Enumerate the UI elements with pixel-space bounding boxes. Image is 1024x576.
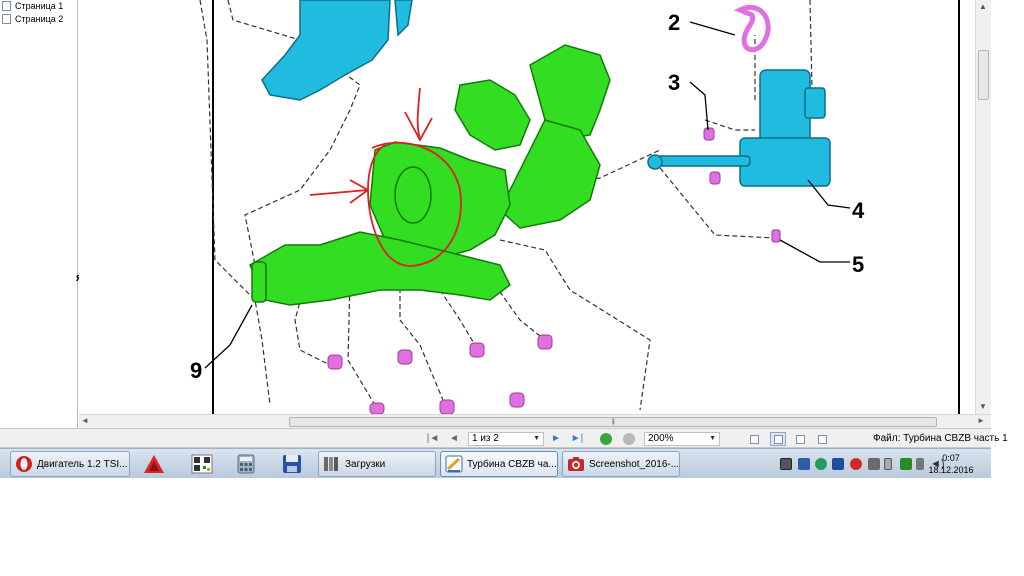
display-icon[interactable] [900, 458, 912, 470]
task-opera[interactable]: Двигатель 1.2 TSI... [10, 451, 130, 477]
security-icon[interactable] [868, 458, 880, 470]
callout-number: 2 [668, 10, 680, 35]
scroll-left-icon[interactable]: ◄ [81, 416, 89, 425]
vertical-scroll-thumb[interactable] [978, 50, 989, 100]
record-icon[interactable] [850, 458, 862, 470]
callout-number: 3 [668, 70, 680, 95]
page-selector[interactable]: 1 из 2 ▼ [468, 432, 544, 446]
camera-icon [567, 455, 585, 473]
task-label: Двигатель 1.2 TSI... [37, 458, 128, 470]
qr-code-icon [191, 454, 213, 474]
folder-icon [323, 455, 341, 473]
clock[interactable]: 0:07 18.12.2016 [920, 452, 982, 476]
taskbar: Двигатель 1.2 TSI... Загрузки Турбина CB… [0, 448, 991, 478]
task-document-viewer[interactable]: Турбина CBZB ча... [440, 451, 558, 477]
callout-number: 4 [852, 198, 865, 223]
navigation-toolbar: |◄ ◄ 1 из 2 ▼ ► ►| 200% ▼ Файл: Турбина … [0, 428, 1008, 448]
facing-pages-icon [796, 435, 805, 444]
opera-icon [15, 455, 33, 473]
horizontal-scroll-thumb[interactable]: ||| [289, 417, 937, 427]
continuous-view-button[interactable] [770, 432, 786, 446]
heat-shield-part [261, 0, 413, 101]
facing-continuous-icon [818, 435, 827, 444]
file-name-label: Файл: Турбина CBZB часть 1 [873, 433, 1008, 444]
task-label: Турбина CBZB ча... [467, 458, 557, 470]
pinned-calculator[interactable] [228, 451, 264, 477]
keyboard-icon[interactable] [780, 458, 792, 470]
screen: Страница 1 Страница 2 я [0, 0, 1024, 576]
pinned-app-qr[interactable] [184, 451, 220, 477]
clock-time: 0:07 [942, 453, 960, 463]
last-page-icon[interactable]: ►| [570, 432, 584, 446]
turbo-exploded-diagram: 2 3 4 5 9 [190, 0, 865, 414]
zoom-value: 200% [648, 433, 674, 444]
first-page-icon[interactable]: |◄ [426, 432, 440, 446]
scroll-right-icon[interactable]: ► [977, 416, 985, 425]
monitor-icon[interactable] [798, 458, 810, 470]
continuous-page-icon [774, 435, 783, 444]
network-status-icon[interactable] [815, 458, 827, 470]
pinned-autocad[interactable] [136, 451, 172, 477]
chevron-down-icon: ▼ [709, 435, 716, 442]
callout-number: 9 [190, 358, 202, 383]
task-label: Загрузки [345, 458, 386, 470]
single-page-icon [750, 435, 759, 444]
grip-icon: ||| [612, 419, 615, 425]
prev-page-icon[interactable]: ◄ [448, 432, 460, 446]
facing-continuous-view-button[interactable] [814, 432, 830, 446]
document-viewer-icon [445, 455, 463, 473]
task-downloads[interactable]: Загрузки [318, 451, 436, 477]
chevron-down-icon: ▼ [533, 435, 540, 442]
page-indicator: 1 из 2 [472, 433, 499, 444]
horizontal-scrollbar[interactable]: ◄ ||| ► [79, 414, 991, 428]
task-label: Screenshot_2016-... [589, 458, 680, 470]
callout-number: 5 [852, 252, 864, 277]
scroll-down-icon[interactable]: ▼ [979, 402, 987, 411]
battery-icon[interactable] [884, 458, 892, 470]
task-screenshot[interactable]: Screenshot_2016-... [562, 451, 680, 477]
zoom-selector[interactable]: 200% ▼ [644, 432, 720, 446]
autocad-icon [144, 455, 164, 473]
floppy-save-icon [283, 455, 301, 473]
facing-view-button[interactable] [792, 432, 808, 446]
back-icon[interactable] [600, 433, 612, 445]
next-page-icon[interactable]: ► [550, 432, 562, 446]
pinned-save[interactable] [274, 451, 310, 477]
ru-language-icon[interactable] [832, 458, 844, 470]
calculator-icon [237, 454, 255, 474]
single-page-view-button[interactable] [746, 432, 762, 446]
scroll-up-icon[interactable]: ▲ [979, 2, 987, 11]
clock-date: 18.12.2016 [928, 465, 974, 475]
forward-icon[interactable] [623, 433, 635, 445]
vertical-scrollbar[interactable]: ▲ ▼ [975, 0, 991, 414]
